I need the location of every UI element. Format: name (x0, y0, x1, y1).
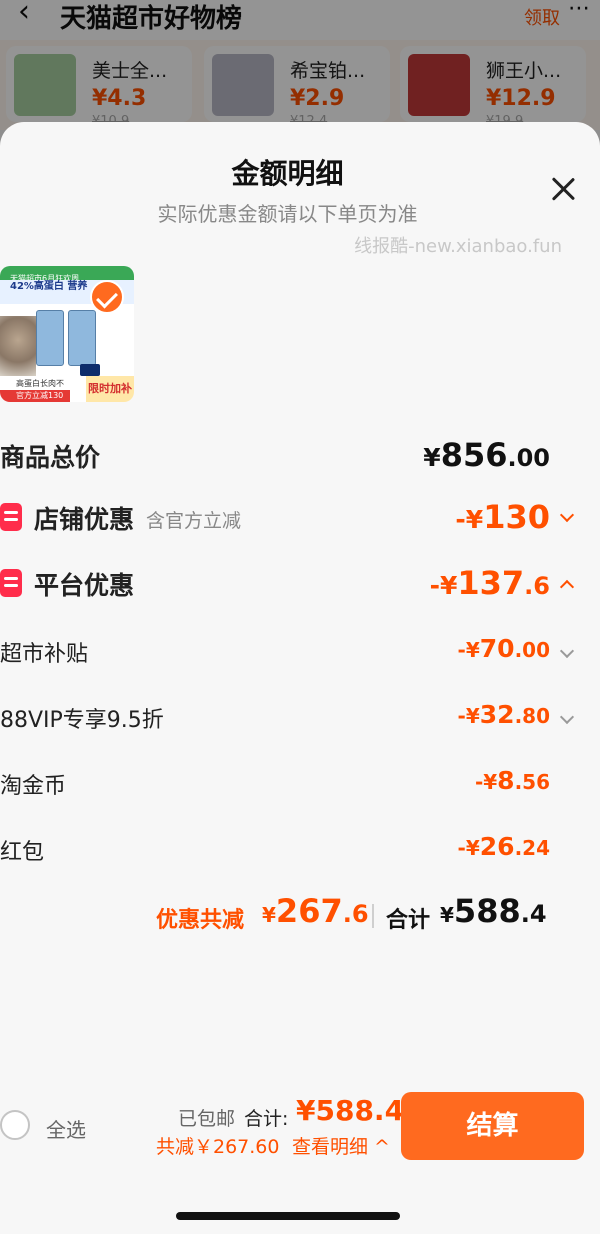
total-price-int: 856 (440, 436, 508, 474)
product-image-footer-3: 限时加补 (86, 376, 134, 402)
platform-discount-label: 平台优惠 (34, 571, 135, 600)
discount-total-dec: .6 (342, 900, 369, 928)
product-image-badge (80, 364, 100, 376)
bottom-total-value: ¥588.4 (296, 1094, 405, 1127)
vip-discount-label: 88VIP专享9.5折 (0, 708, 164, 733)
select-all-label[interactable]: 全选 (46, 1114, 86, 1143)
summary-divider (372, 904, 374, 928)
view-detail-link[interactable]: 查看明细 ^ (292, 1132, 390, 1159)
total-price-row: 商品总价 ¥856.00 (0, 432, 600, 480)
platform-discount-prefix: -¥ (429, 571, 458, 600)
red-packet-label: 红包 (0, 840, 45, 865)
watermark-text: 线报酷-new.xianbao.fun (354, 236, 562, 257)
product-image-footer-1: 高蛋白长肉不长膘 (0, 378, 70, 399)
red-packet-dec: .24 (514, 836, 550, 860)
chevron-down-icon[interactable] (559, 643, 575, 659)
platform-discount-amount: -¥137.6 (430, 564, 550, 602)
close-icon[interactable] (546, 172, 580, 206)
taojinbi-label: 淘金币 (0, 774, 67, 799)
selected-check-icon[interactable] (90, 280, 124, 314)
discount-total-int: 267 (275, 892, 343, 930)
product-image-bag (36, 310, 64, 366)
product-image-top-band: 天猫超市6月狂欢周 (0, 266, 134, 283)
platform-discount-row[interactable]: 平台优惠 -¥137.6 (0, 560, 600, 608)
vip-discount-int: 32 (479, 700, 515, 729)
sheet-title: 金额明细 (231, 157, 344, 190)
summary-total-label: 合计 (386, 908, 431, 933)
discount-total-yen: ¥ (262, 903, 276, 927)
total-price-amount: ¥856.00 (423, 436, 550, 474)
bottom-saved-amount: 共减￥267.60 (156, 1136, 280, 1158)
shipping-status: 已包邮 (178, 1108, 236, 1130)
sheet-subtitle: 实际优惠金额请以下单页为准 (157, 202, 418, 226)
vip-discount-amount: -¥32.80 (458, 700, 550, 729)
chevron-down-icon[interactable] (559, 709, 575, 725)
red-packet-row: 红包 -¥26.24 (0, 828, 600, 876)
supermarket-subsidy-dec: .00 (514, 638, 550, 662)
store-discount-label: 店铺优惠 (34, 505, 135, 534)
chevron-down-icon[interactable] (559, 507, 575, 523)
chevron-up-icon[interactable] (559, 579, 575, 595)
vip-discount-row[interactable]: 88VIP专享9.5折 -¥32.80 (0, 696, 600, 744)
store-discount-row[interactable]: 店铺优惠 含官方立减 -¥130 (0, 494, 600, 542)
supermarket-subsidy-row[interactable]: 超市补贴 -¥70.00 (0, 630, 600, 678)
total-price-dec: .00 (507, 444, 550, 472)
platform-discount-int: 137 (457, 564, 525, 602)
product-image-cat (0, 316, 36, 376)
taojinbi-row: 淘金币 -¥8.56 (0, 762, 600, 810)
chevron-up-icon: ^ (368, 1136, 390, 1158)
store-discount-prefix: -¥ (455, 505, 484, 534)
product-image-footer-2: 官方立减130元 (0, 390, 70, 402)
taojinbi-prefix: -¥ (474, 770, 498, 794)
supermarket-subsidy-amount: -¥70.00 (458, 634, 550, 663)
vip-discount-dec: .80 (514, 704, 550, 728)
taojinbi-dec: .56 (514, 770, 550, 794)
select-all-radio[interactable] (0, 1110, 30, 1140)
platform-discount-icon (0, 569, 22, 597)
supermarket-subsidy-label: 超市补贴 (0, 642, 89, 667)
discount-summary: 优惠共减 ¥267.6 合计 ¥588.4 (0, 892, 600, 942)
product-image-bag (68, 310, 96, 366)
red-packet-prefix: -¥ (457, 836, 480, 860)
taojinbi-int: 8 (497, 766, 515, 795)
supermarket-subsidy-prefix: -¥ (457, 638, 480, 662)
discount-total-amount: ¥267.6 (262, 892, 369, 930)
supermarket-subsidy-int: 70 (479, 634, 515, 663)
checkout-bar: 全选 已包邮 合计: ¥588.4 共减￥267.60 查看明细 ^ 结算 (0, 1070, 600, 1234)
summary-total-int: 588 (453, 892, 521, 930)
vip-discount-prefix: -¥ (457, 704, 480, 728)
summary-total-yen: ¥ (440, 903, 454, 927)
store-discount-int: 130 (483, 498, 550, 536)
view-detail-label: 查看明细 (292, 1136, 369, 1158)
checkout-button[interactable]: 结算 (401, 1092, 584, 1160)
store-discount-icon (0, 503, 22, 531)
red-packet-amount: -¥26.24 (458, 832, 550, 861)
price-detail-sheet: 金额明细 实际优惠金额请以下单页为准 线报酷-new.xianbao.fun 天… (0, 122, 600, 1234)
store-discount-amount: -¥130 (455, 498, 550, 536)
red-packet-int: 26 (479, 832, 515, 861)
platform-discount-dec: .6 (524, 572, 550, 600)
total-price-label: 商品总价 (0, 443, 101, 472)
total-price-yen: ¥ (423, 443, 441, 472)
discount-total-label: 优惠共减 (156, 908, 245, 933)
store-discount-note: 含官方立减 (146, 510, 242, 532)
summary-total-amount: ¥588.4 (440, 892, 547, 930)
taojinbi-amount: -¥8.56 (475, 766, 550, 795)
bottom-total-label: 合计: (244, 1108, 289, 1130)
home-indicator[interactable] (176, 1212, 400, 1220)
summary-total-dec: .4 (520, 900, 547, 928)
